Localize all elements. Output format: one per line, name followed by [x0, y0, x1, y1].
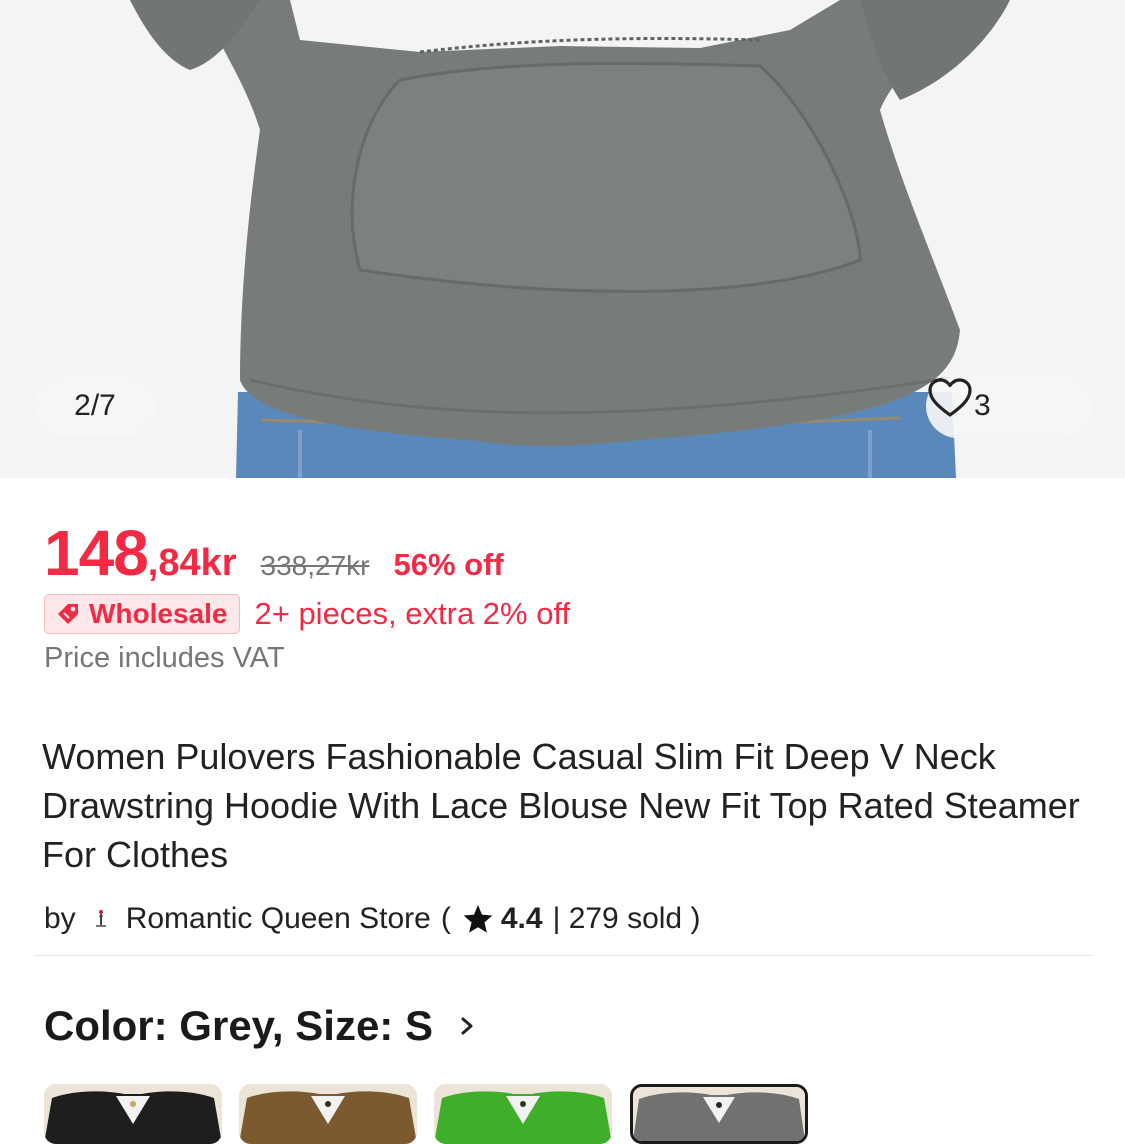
store-sold-count: | 279 sold )	[552, 902, 701, 935]
price-decimal: ,84kr	[147, 542, 237, 584]
product-image-gallery[interactable]: 2/7 3	[0, 0, 1125, 478]
image-counter: 2/7	[34, 376, 156, 436]
store-open-paren: (	[440, 902, 451, 935]
price-row: 148 ,84kr 338,27kr 56% off	[44, 516, 504, 589]
variant-thumb-brown[interactable]	[239, 1084, 417, 1144]
wholesale-badge: Wholesale	[44, 594, 241, 634]
price-tag-icon	[58, 604, 78, 624]
variant-thumb-grey-image	[633, 1087, 805, 1141]
variant-thumb-grey[interactable]	[630, 1084, 808, 1144]
variant-thumb-black-image	[44, 1084, 222, 1144]
vat-note: Price includes VAT	[44, 642, 285, 674]
discount-label: 56% off	[393, 547, 504, 582]
wholesale-row[interactable]: Wholesale 2+ pieces, extra 2% off	[44, 594, 570, 634]
image-counter-text: 2/7	[74, 389, 116, 422]
price-integer: 148	[44, 517, 149, 589]
variant-label: Color: Grey, Size: S	[44, 1002, 433, 1049]
wishlist-button[interactable]: 3	[926, 374, 1092, 438]
store-name[interactable]: Romantic Queen Store	[126, 902, 431, 936]
variant-thumb-green[interactable]	[434, 1084, 612, 1144]
star-icon	[463, 905, 493, 933]
wholesale-badge-label: Wholesale	[89, 598, 228, 629]
section-divider	[34, 955, 1092, 956]
variant-selector[interactable]: Color: Grey, Size: S	[44, 1002, 479, 1050]
heart-icon	[928, 378, 972, 417]
wholesale-offer-text: 2+ pieces, extra 2% off	[254, 596, 571, 631]
store-prefix: by	[44, 902, 76, 935]
variant-thumb-brown-image	[239, 1084, 417, 1144]
chevron-right-icon	[461, 1017, 473, 1035]
store-info[interactable]: by Romantic Queen Store ( 4.4 | 279 sold…	[44, 902, 700, 936]
wishlist-count: 3	[974, 389, 991, 422]
store-logo-icon	[95, 910, 106, 927]
variant-thumb-black[interactable]	[44, 1084, 222, 1144]
product-title: Women Pulovers Fashionable Casual Slim F…	[42, 736, 1080, 875]
variant-thumb-green-image	[434, 1084, 612, 1144]
store-rating: 4.4	[500, 902, 543, 935]
original-price: 338,27kr	[260, 550, 370, 581]
